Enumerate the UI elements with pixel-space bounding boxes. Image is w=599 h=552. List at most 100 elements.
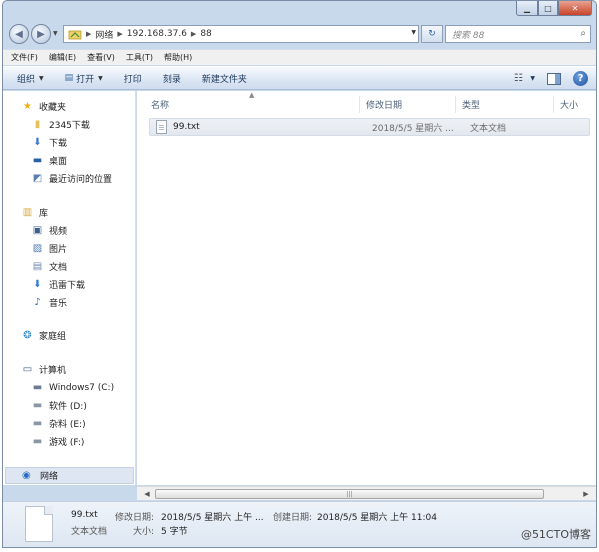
nav-item-pictures[interactable]: ▨ 图片	[31, 240, 67, 257]
preview-pane-icon[interactable]	[547, 72, 561, 85]
close-button[interactable]: ✕	[558, 1, 592, 16]
breadcrumb-folder[interactable]: 88	[200, 29, 211, 39]
menu-bar: 文件(F) 编辑(E) 查看(V) 工具(T) 帮助(H)	[3, 49, 596, 65]
file-row[interactable]: 99.txt 2018/5/5 星期六 ... 文本文档	[149, 118, 590, 136]
file-modified-date: 2018/5/5 星期六 ...	[372, 123, 454, 134]
details-pane: 99.txt 文本文档 修改日期: 2018/5/5 星期六 上午 ... 大小…	[3, 501, 596, 547]
grip-icon: |||	[346, 490, 353, 498]
menu-file[interactable]: 文件(F)	[11, 52, 38, 63]
nav-item-documents[interactable]: ▤ 文档	[31, 258, 67, 275]
nav-favorites-label: 收藏夹	[39, 103, 67, 113]
view-mode-dropdown[interactable]: ▼	[530, 75, 535, 82]
desktop-icon: ▬	[32, 155, 43, 166]
open-icon: ▤	[64, 73, 74, 83]
nav-item-downloads[interactable]: ⬇ 下载	[31, 134, 67, 151]
scroll-left-icon[interactable]: ◀	[141, 489, 153, 499]
breadcrumb-network[interactable]: 网络	[95, 28, 113, 41]
print-button[interactable]: 打印	[124, 72, 142, 85]
breadcrumb-host[interactable]: 192.168.37.6	[127, 29, 187, 39]
drive-icon: ▬	[32, 436, 43, 447]
scroll-right-icon[interactable]: ▶	[580, 489, 592, 499]
menu-tools[interactable]: 工具(T)	[126, 52, 153, 63]
recent-pages-dropdown[interactable]: ▼	[53, 30, 58, 37]
minimize-button[interactable]: ▁	[516, 1, 538, 16]
nav-item-desktop[interactable]: ▬ 桌面	[31, 152, 67, 169]
forward-button[interactable]: ▶	[31, 24, 51, 44]
view-mode-icon[interactable]: ☷	[510, 72, 526, 86]
menu-edit[interactable]: 编辑(E)	[49, 52, 76, 63]
menu-view[interactable]: 查看(V)	[87, 52, 115, 63]
star-icon: ★	[23, 101, 32, 112]
column-header-label: 大小	[560, 101, 579, 111]
nav-item-label: 音乐	[49, 299, 68, 309]
nav-favorites[interactable]: ★ 收藏夹	[21, 98, 66, 115]
watermark: @51CTO博客	[520, 528, 591, 541]
library-icon: ▥	[22, 207, 33, 218]
nav-item-recent-places[interactable]: ◩ 最近访问的位置	[31, 170, 112, 187]
refresh-icon: ↻	[428, 29, 436, 39]
view-controls: ☷ ▼ ?	[510, 71, 588, 86]
refresh-button[interactable]: ↻	[421, 25, 443, 43]
nav-homegroup[interactable]: ❂ 家庭组	[21, 327, 66, 344]
column-header-name[interactable]: 名称	[137, 96, 360, 113]
nav-item-music[interactable]: ♪ 音乐	[31, 294, 67, 311]
search-input[interactable]: 搜索 88 ⌕	[445, 25, 591, 43]
downloads-folder-icon: ⬇	[33, 137, 42, 148]
new-folder-button[interactable]: 新建文件夹	[202, 72, 247, 85]
nav-item-drive-d[interactable]: ▬ 软件 (D:)	[31, 397, 87, 414]
videos-icon: ▣	[32, 225, 43, 236]
details-created-label: 创建日期:	[273, 513, 313, 523]
column-header-size[interactable]: 大小	[554, 96, 594, 113]
help-icon[interactable]: ?	[573, 71, 588, 86]
burn-button[interactable]: 刻录	[163, 72, 181, 85]
explorer-window: ▁ □ ✕ ◀ ▶ ▼ ▶ 网络 ▶ 192.168.37.6 ▶ 88 ▼ ↻…	[2, 0, 597, 548]
column-header-date[interactable]: 修改日期	[360, 96, 456, 113]
nav-item-videos[interactable]: ▣ 视频	[31, 222, 67, 239]
minimize-icon: ▁	[523, 3, 531, 13]
nav-item-label: 下载	[49, 139, 68, 149]
nav-computer[interactable]: ▭ 计算机	[21, 361, 66, 378]
nav-item-label: 迅雷下载	[49, 281, 86, 291]
pictures-icon: ▨	[32, 243, 43, 254]
drive-icon: ▬	[32, 400, 43, 411]
open-button[interactable]: ▤ 打开 ▼	[65, 72, 103, 85]
nav-item-label: 软件 (D:)	[49, 402, 87, 412]
back-button[interactable]: ◀	[9, 24, 29, 44]
chevron-down-icon: ▼	[98, 74, 103, 82]
nav-item-label: Windows7 (C:)	[49, 382, 115, 393]
nav-homegroup-label: 家庭组	[39, 332, 67, 342]
nav-item-drive-f[interactable]: ▬ 游戏 (F:)	[31, 433, 85, 450]
column-header-label: 名称	[151, 101, 170, 111]
details-size-value: 5 字节	[161, 527, 188, 537]
organize-button[interactable]: 组织 ▼	[17, 72, 44, 85]
nav-network[interactable]: ◉ 网络	[5, 467, 134, 484]
chevron-down-icon: ▼	[39, 74, 44, 82]
file-name: 99.txt	[173, 122, 200, 132]
horizontal-scrollbar[interactable]: ◀ ||| ▶	[137, 486, 596, 500]
nav-item-label: 视频	[49, 227, 68, 237]
nav-libraries[interactable]: ▥ 库	[21, 204, 48, 221]
breadcrumb-separator-icon: ▶	[190, 30, 197, 38]
search-icon[interactable]: ⌕	[580, 28, 586, 39]
nav-item-thunder-downloads[interactable]: ⬇ 迅雷下载	[31, 276, 85, 293]
nav-item-label: 游戏 (F:)	[49, 438, 85, 448]
menu-help[interactable]: 帮助(H)	[164, 52, 192, 63]
forward-arrow-icon: ▶	[37, 28, 45, 40]
music-icon: ♪	[34, 297, 41, 308]
nav-item-drive-e[interactable]: ▬ 杂料 (E:)	[31, 415, 86, 432]
column-header-type[interactable]: 类型	[456, 96, 554, 113]
burn-label: 刻录	[162, 74, 181, 85]
maximize-button[interactable]: □	[538, 1, 558, 16]
search-placeholder: 搜索 88	[452, 30, 485, 41]
close-icon: ✕	[571, 3, 579, 13]
nav-item-drive-c[interactable]: ▬ Windows7 (C:)	[31, 379, 114, 396]
breadcrumb-separator-icon: ▶	[117, 30, 123, 38]
nav-item-2345-download[interactable]: ▮ 2345下载	[31, 116, 90, 133]
documents-icon: ▤	[32, 261, 43, 272]
address-bar[interactable]: ▶ 网络 ▶ 192.168.37.6 ▶ 88 ▼	[63, 25, 419, 43]
address-history-dropdown[interactable]: ▼	[411, 29, 416, 36]
column-header-label: 修改日期	[366, 101, 403, 111]
nav-item-label: 杂料 (E:)	[49, 420, 86, 430]
column-header-label: 类型	[462, 101, 481, 111]
scrollbar-thumb[interactable]: |||	[155, 489, 544, 499]
